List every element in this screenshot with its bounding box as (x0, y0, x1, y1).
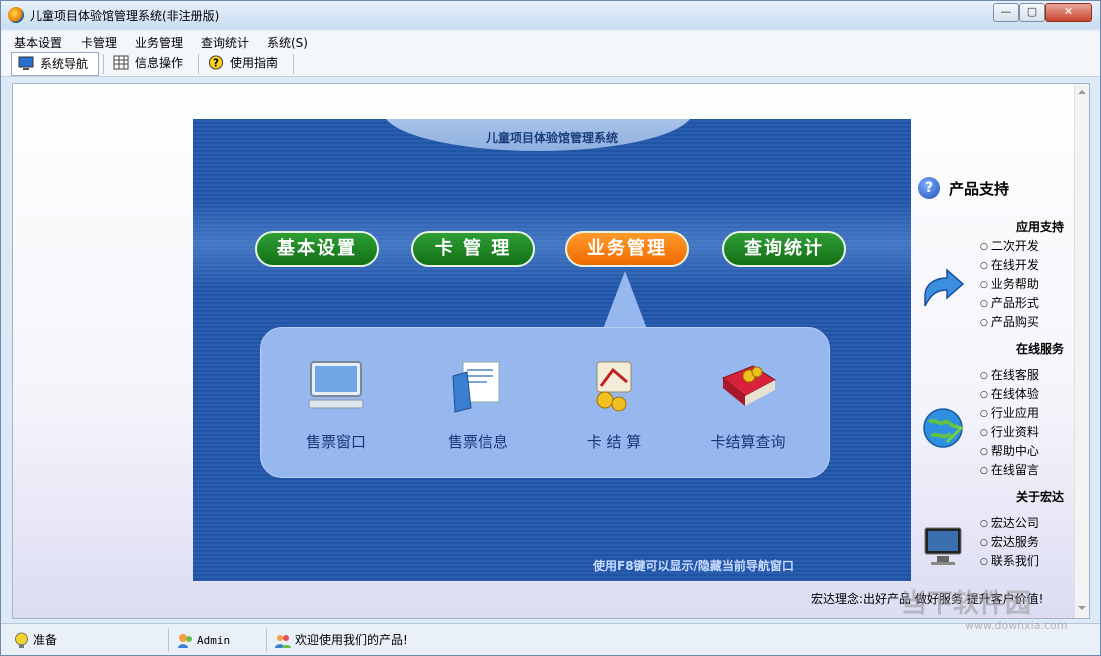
sub-ticket-info-label: 售票信息 (447, 433, 508, 451)
folder-icon (452, 361, 500, 413)
close-button[interactable]: ✕ (1045, 3, 1092, 22)
link-hongda-company[interactable]: 宏达公司 (980, 514, 1039, 531)
sub-card-settlement[interactable]: 卡 结 算 (559, 358, 669, 452)
toolbar: 系统导航 信息操作 ? 使用指南 (1, 51, 1100, 77)
nav-title: 儿童项目体验馆管理系统 (485, 131, 618, 145)
sub-settlement-query[interactable]: 卡结算查询 (693, 358, 803, 452)
users-icon (275, 635, 291, 648)
nav-hint-text: 使用F8键可以显示/隐藏当前导航窗口 (593, 559, 794, 573)
sub-ticket-window[interactable]: 售票窗口 (281, 358, 391, 452)
menu-basic-settings[interactable]: 基本设置 (14, 34, 62, 51)
status-message-cell: 欢迎使用我们的产品! (267, 628, 887, 652)
link-help-center[interactable]: 帮助中心 (980, 442, 1039, 459)
module-business-management-button[interactable]: 业务管理 (565, 231, 689, 267)
module-query-stats-button[interactable]: 查询统计 (722, 231, 846, 267)
module-basic-settings-button[interactable]: 基本设置 (255, 231, 379, 267)
toolbar-separator (103, 54, 104, 74)
status-bar: 准备 Admin 欢迎使用我们的产品! (1, 623, 1100, 655)
scroll-up-icon[interactable] (1078, 90, 1086, 94)
section-heading-app-support: 应用支持 (1015, 220, 1064, 234)
globe-icon (923, 408, 964, 448)
app-window: 儿童项目体验馆管理系统(非注册版) — ▢ ✕ 基本设置 卡管理 业务管理 查询… (0, 0, 1101, 656)
tool-user-guide-label: 使用指南 (230, 56, 279, 70)
status-text: 准备 (33, 633, 58, 647)
link-industry-data[interactable]: 行业资料 (980, 423, 1039, 440)
monitor-icon (308, 361, 364, 409)
navigation-panel: 儿童项目体验馆管理系统 基本设置 卡 管 理 业务管理 查询统计 售票窗口 售票… (193, 119, 911, 581)
link-secondary-dev[interactable]: 二次开发 (980, 237, 1039, 254)
tool-info-ops-label: 信息操作 (135, 56, 184, 70)
submenu-pointer (603, 271, 647, 329)
title-bar: 儿童项目体验馆管理系统(非注册版) — ▢ ✕ (1, 1, 1100, 29)
user-icon (178, 634, 192, 648)
settlement-icon (596, 361, 632, 412)
tool-system-nav-label: 系统导航 (40, 57, 89, 71)
arrow-icon (924, 268, 965, 307)
watermark-url: www.downxia.com (965, 619, 1068, 632)
monitor-icon (18, 56, 34, 70)
sub-settlement-query-label: 卡结算查询 (710, 433, 786, 451)
menu-business-management[interactable]: 业务管理 (135, 34, 183, 51)
menu-bar: 基本设置 卡管理 业务管理 查询统计 系统(S) (1, 31, 1100, 51)
svg-text:?: ? (213, 57, 219, 69)
help-icon: ? (918, 177, 940, 199)
menu-query-stats[interactable]: 查询统计 (201, 34, 249, 51)
help-icon: ? (208, 55, 224, 70)
sub-card-settlement-label: 卡 结 算 (586, 433, 642, 451)
status-light-icon (15, 632, 28, 648)
tool-info-ops[interactable]: 信息操作 (107, 52, 197, 76)
link-online-message[interactable]: 在线留言 (980, 461, 1039, 478)
link-contact-us[interactable]: 联系我们 (980, 552, 1039, 569)
scroll-down-icon[interactable] (1078, 606, 1086, 610)
sub-ticket-window-label: 售票窗口 (305, 433, 366, 451)
ledger-icon (722, 365, 776, 406)
menu-card-management[interactable]: 卡管理 (81, 34, 117, 51)
status-message: 欢迎使用我们的产品! (295, 633, 408, 647)
status-ready: 准备 (5, 628, 169, 652)
link-industry-apps[interactable]: 行业应用 (980, 404, 1039, 421)
link-product-form[interactable]: 产品形式 (980, 294, 1039, 311)
submenu-panel: 售票窗口 售票信息 卡 结 算 卡结算查询 (260, 327, 830, 478)
menu-system[interactable]: 系统(S) (267, 34, 308, 51)
monitor-icon (924, 527, 962, 565)
toolbar-separator (198, 54, 199, 74)
app-icon (8, 7, 24, 23)
status-username: Admin (197, 634, 231, 647)
sub-ticket-info[interactable]: 售票信息 (423, 358, 533, 452)
watermark-logo: 当下软件园 (901, 589, 1032, 619)
link-online-trial[interactable]: 在线体验 (980, 385, 1039, 402)
tool-user-guide[interactable]: ? 使用指南 (202, 52, 292, 76)
section-heading-about: 关于宏达 (1015, 490, 1064, 504)
link-product-purchase[interactable]: 产品购买 (980, 313, 1039, 330)
link-hongda-service[interactable]: 宏达服务 (980, 533, 1039, 550)
maximize-button[interactable]: ▢ (1019, 3, 1045, 22)
window-title: 儿童项目体验馆管理系统(非注册版) (30, 9, 220, 23)
module-card-management-button[interactable]: 卡 管 理 (411, 231, 535, 267)
vertical-scrollbar[interactable] (1074, 84, 1089, 618)
toolbar-separator (293, 54, 294, 74)
tool-system-nav[interactable]: 系统导航 (11, 52, 99, 76)
minimize-button[interactable]: — (993, 3, 1019, 22)
product-support-title: 产品支持 (949, 180, 1010, 198)
status-user: Admin (169, 628, 267, 652)
main-content: 儿童项目体验馆管理系统 基本设置 卡 管 理 业务管理 查询统计 售票窗口 售票… (12, 83, 1090, 619)
link-online-dev[interactable]: 在线开发 (980, 256, 1039, 273)
link-business-help[interactable]: 业务帮助 (980, 275, 1039, 292)
section-heading-online-service: 在线服务 (1015, 342, 1064, 356)
link-online-support[interactable]: 在线客服 (980, 366, 1039, 383)
grid-icon (113, 55, 129, 70)
